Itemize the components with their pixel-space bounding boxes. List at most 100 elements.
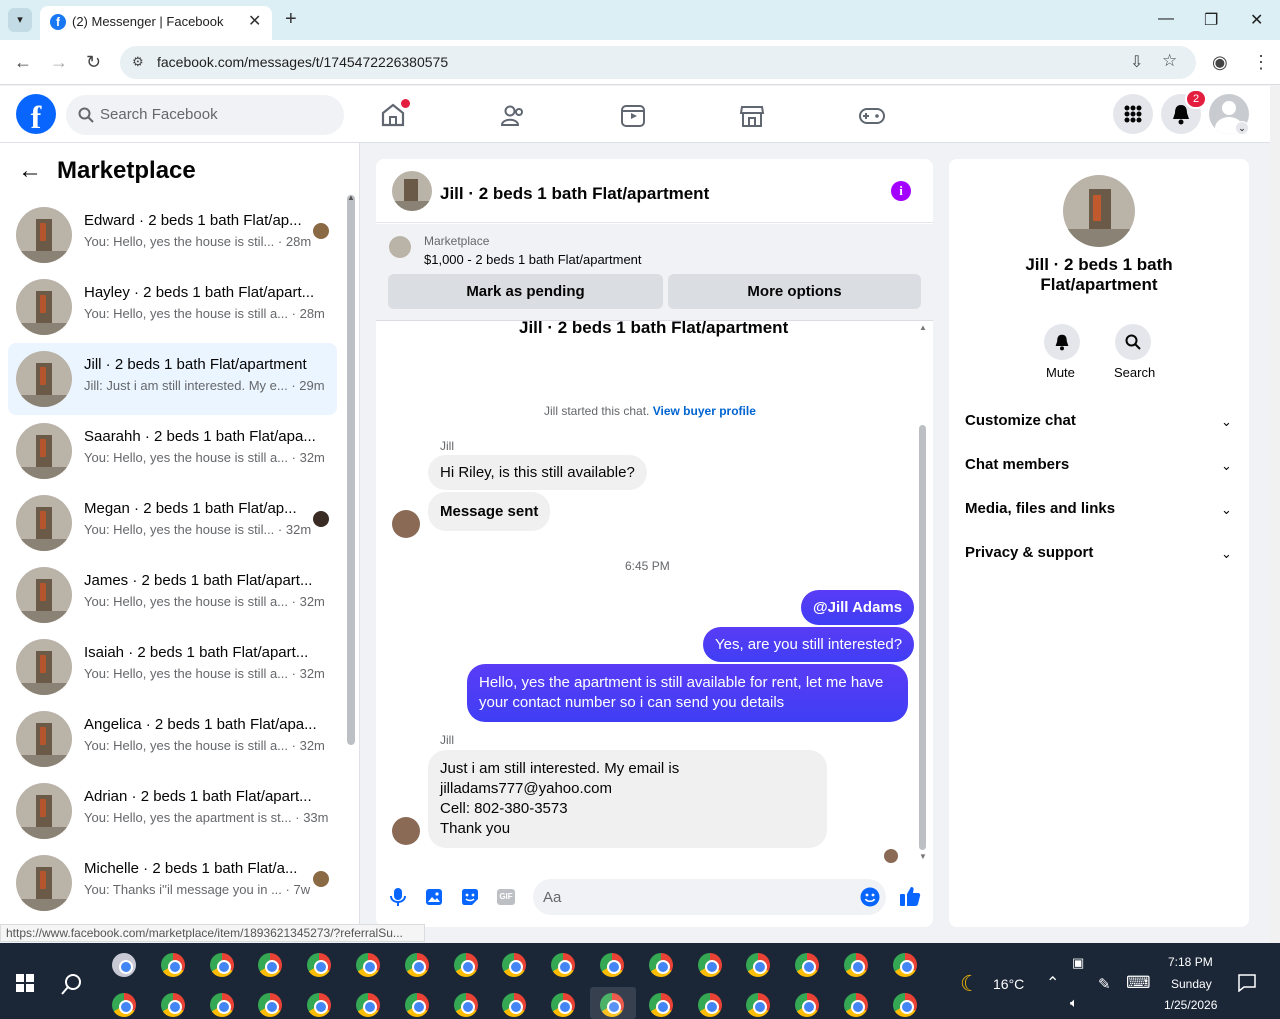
account-chevron-icon[interactable]: ⌄	[1235, 121, 1249, 135]
chrome-icon[interactable]	[551, 953, 576, 977]
chrome-icon[interactable]	[892, 953, 917, 977]
conversation-item[interactable]: Angelica · 2 beds 1 bath Flat/apa... You:…	[8, 703, 337, 775]
microphone-icon[interactable]	[390, 887, 406, 907]
message-incoming[interactable]: Hi Riley, is this still available?	[428, 455, 647, 490]
thread-scrollbar[interactable]	[919, 425, 926, 850]
chevron-down-icon[interactable]: ⌄	[1221, 458, 1232, 474]
page-scrollbar[interactable]	[1270, 86, 1280, 943]
chrome-icon[interactable]	[551, 993, 576, 1017]
message-outgoing[interactable]: @Jill Adams	[801, 590, 915, 625]
volume-icon[interactable]: 🔈︎	[1070, 995, 1078, 1011]
listing-thumbnail[interactable]	[389, 236, 411, 258]
chrome-icon[interactable]	[648, 993, 673, 1017]
chrome-icon[interactable]	[648, 953, 673, 977]
chrome-icon[interactable]	[404, 993, 429, 1017]
view-buyer-profile-link[interactable]: View buyer profile	[653, 404, 756, 418]
chat-members-row[interactable]: Chat members	[965, 456, 1069, 473]
restore-button[interactable]: ❐	[1204, 10, 1218, 30]
chrome-icon[interactable]	[502, 993, 527, 1017]
chrome-icon[interactable]	[112, 993, 136, 1017]
chrome-icon[interactable]	[307, 993, 332, 1017]
chrome-icon[interactable]	[795, 953, 820, 977]
forward-arrow-icon[interactable]: →	[50, 52, 68, 73]
pen-icon[interactable]: ✎	[1098, 975, 1111, 993]
tray-chevron-icon[interactable]: ⌃	[1046, 973, 1059, 993]
info-icon[interactable]: i	[891, 181, 911, 201]
conversation-item[interactable]: James · 2 beds 1 bath Flat/apart... You: …	[8, 559, 337, 631]
marketplace-icon[interactable]	[739, 103, 765, 129]
keyboard-icon[interactable]: ⌨	[1126, 973, 1151, 993]
back-arrow-icon[interactable]: ←	[18, 157, 42, 185]
video-icon[interactable]	[620, 103, 646, 129]
chrome-icon[interactable]	[258, 953, 283, 977]
meet-now-icon[interactable]: ▣	[1072, 955, 1084, 971]
info-avatar[interactable]	[1063, 175, 1135, 247]
scroll-down-icon[interactable]: ▼	[919, 852, 927, 861]
chrome-icon[interactable]	[697, 953, 722, 977]
mark-pending-button[interactable]: Mark as pending	[388, 274, 663, 309]
chrome-icon[interactable]	[160, 993, 185, 1017]
chrome-icon[interactable]	[844, 953, 868, 977]
chrome-icon[interactable]	[844, 993, 868, 1017]
address-bar[interactable]: ⚙ facebook.com/messages/t/17454722263805…	[120, 46, 1196, 79]
photo-icon[interactable]	[425, 888, 443, 906]
facebook-logo-icon[interactable]: f	[16, 94, 56, 135]
sender-avatar[interactable]	[392, 510, 420, 538]
media-files-links-row[interactable]: Media, files and links	[965, 500, 1115, 517]
chrome-icon[interactable]	[160, 953, 185, 977]
chrome-icon[interactable]	[600, 953, 624, 977]
message-incoming[interactable]: Message sent	[428, 492, 551, 531]
scroll-up-icon[interactable]: ▲	[919, 323, 927, 332]
like-thumb-icon[interactable]	[899, 885, 921, 907]
tab-close-icon[interactable]: ✕	[248, 11, 261, 31]
mute-button[interactable]	[1044, 324, 1080, 360]
minimize-button[interactable]: —	[1158, 10, 1174, 28]
weather-moon-icon[interactable]: ☾	[960, 971, 980, 997]
gif-icon[interactable]: GIF	[497, 889, 515, 905]
chrome-icon[interactable]	[209, 993, 234, 1017]
privacy-support-row[interactable]: Privacy & support	[965, 544, 1093, 561]
more-options-button[interactable]: More options	[668, 274, 921, 309]
profile-icon[interactable]: ◉	[1212, 52, 1228, 73]
windows-start-icon[interactable]	[16, 974, 34, 992]
gaming-icon[interactable]	[858, 104, 886, 128]
friends-icon[interactable]	[500, 103, 526, 129]
message-input[interactable]: Aa	[533, 879, 886, 915]
snipping-tool-icon[interactable]	[112, 953, 136, 977]
chevron-down-icon[interactable]: ⌄	[1221, 502, 1232, 518]
chrome-icon[interactable]	[746, 993, 771, 1017]
chrome-icon[interactable]	[453, 993, 478, 1017]
clock-time[interactable]: 7:18 PM	[1168, 955, 1213, 969]
chrome-icon[interactable]	[453, 953, 478, 977]
menu-grid-button[interactable]	[1113, 94, 1153, 134]
chrome-icon[interactable]	[356, 953, 380, 977]
conversation-item[interactable]: Isaiah · 2 beds 1 bath Flat/apart... You:…	[8, 631, 337, 703]
chevron-down-icon[interactable]: ⌄	[1221, 546, 1232, 562]
browser-tab[interactable]: f (2) Messenger | Facebook ✕	[40, 6, 272, 40]
chrome-icon[interactable]	[892, 993, 917, 1017]
message-outgoing[interactable]: Hello, yes the apartment is still availa…	[467, 664, 908, 722]
chrome-icon[interactable]	[795, 993, 820, 1017]
chrome-icon[interactable]	[258, 993, 283, 1017]
weather-temperature[interactable]: 16°C	[993, 976, 1024, 992]
sticker-icon[interactable]	[461, 888, 479, 906]
listing-title[interactable]: $1,000 - 2 beds 1 bath Flat/apartment	[424, 252, 642, 267]
chrome-icon[interactable]	[307, 953, 332, 977]
conversation-item[interactable]: Saarahh · 2 beds 1 bath Flat/apa... You: …	[8, 415, 337, 487]
chrome-icon[interactable]	[502, 953, 527, 977]
conversation-item[interactable]: Edward · 2 beds 1 bath Flat/ap... You: He…	[8, 199, 337, 271]
tab-search-button[interactable]: ▾	[8, 8, 32, 32]
scroll-up-icon[interactable]: ▲	[347, 193, 355, 202]
facebook-search-input[interactable]: Search Facebook	[66, 95, 344, 135]
customize-chat-row[interactable]: Customize chat	[965, 412, 1076, 429]
bookmark-star-icon[interactable]: ☆	[1162, 51, 1177, 71]
chrome-icon[interactable]	[209, 953, 234, 977]
message-incoming[interactable]: Just i am still interested. My email is …	[428, 750, 827, 848]
sidebar-scrollbar[interactable]	[347, 195, 355, 745]
message-outgoing[interactable]: Yes, are you still interested?	[703, 627, 915, 662]
search-in-chat-button[interactable]	[1115, 324, 1151, 360]
chrome-icon[interactable]	[356, 993, 380, 1017]
chrome-icon[interactable]	[746, 953, 771, 977]
conversation-item[interactable]: Jill · 2 beds 1 bath Flat/apartment Jill:…	[8, 343, 337, 415]
emoji-icon[interactable]	[860, 887, 880, 907]
